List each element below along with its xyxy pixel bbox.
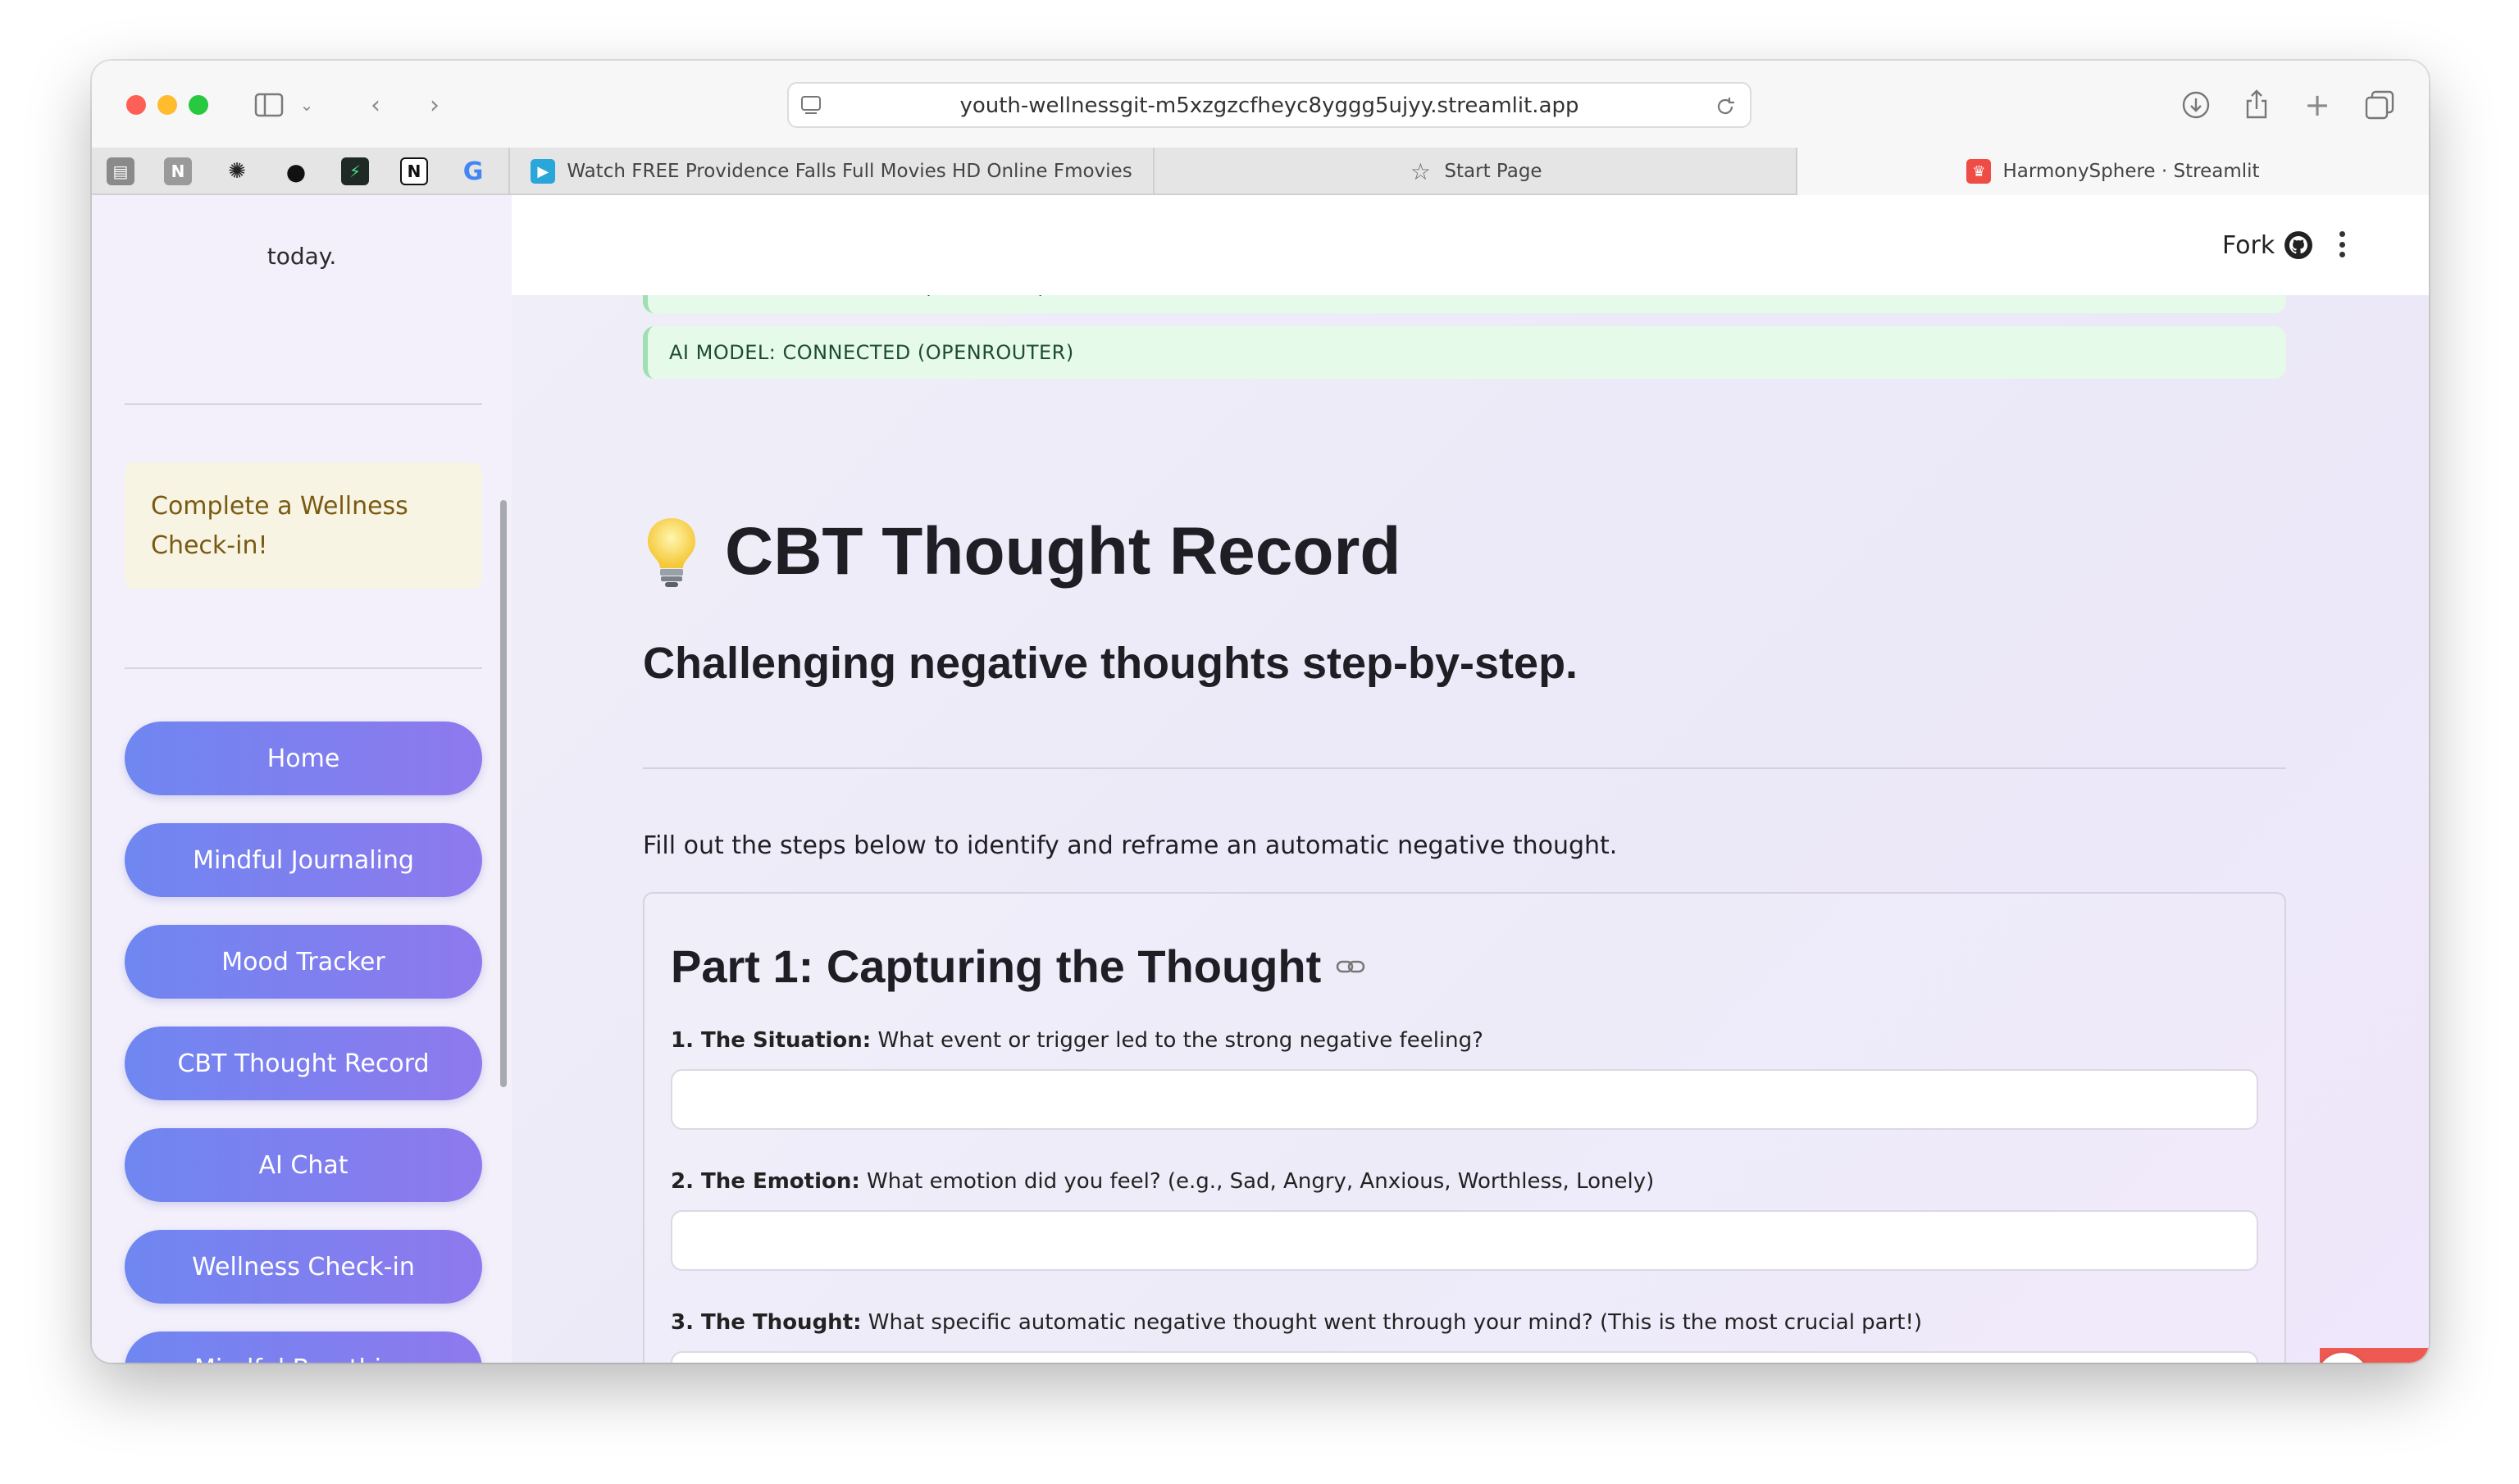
page-title: CBT Thought Record: [725, 514, 1401, 589]
tab-harmonysphere[interactable]: ♛ HarmonySphere · Streamlit: [1796, 148, 2429, 195]
bookmark-favicon-icon[interactable]: ▤: [107, 157, 134, 185]
openai-favicon-icon[interactable]: ✺: [223, 157, 251, 185]
nav-home-button[interactable]: Home: [125, 722, 482, 795]
nav-wellness-checkin-button[interactable]: Wellness Check-in: [125, 1230, 482, 1304]
notion-favicon-icon[interactable]: N: [164, 157, 192, 185]
situation-input[interactable]: [671, 1069, 2258, 1130]
part1-form-card: Part 1: Capturing the Thought 1. The Sit…: [643, 892, 2286, 1363]
browser-window: ⌄ ‹ › youth-wellnessgit-m5xzgzcfheyc8ygg…: [92, 61, 2429, 1363]
tab-label: HarmonySphere · Streamlit: [2002, 161, 2260, 182]
zoom-window-button[interactable]: [189, 95, 208, 115]
notion-dark-favicon-icon[interactable]: N: [400, 157, 428, 185]
github-icon[interactable]: [2283, 230, 2314, 261]
browser-toolbar: ⌄ ‹ › youth-wellnessgit-m5xzgzcfheyc8ygg…: [92, 61, 2429, 148]
star-icon: ☆: [1410, 157, 1431, 185]
sidebar: today. Complete a Wellness Check-in! Hom…: [92, 195, 512, 1363]
tab-start-page[interactable]: ☆ Start Page: [1153, 148, 1796, 195]
bolt-favicon-icon[interactable]: ⚡: [341, 157, 369, 185]
tab-label: Start Page: [1444, 161, 1542, 182]
github-favicon-icon[interactable]: ●: [282, 157, 310, 185]
thought-label-bold: 3. The Thought:: [671, 1310, 862, 1335]
emotion-input[interactable]: [671, 1210, 2258, 1271]
app-header: Fork: [512, 195, 2429, 295]
nav-cbt-thought-record-button[interactable]: CBT Thought Record: [125, 1027, 482, 1100]
emotion-label: 2. The Emotion: What emotion did you fee…: [671, 1169, 1654, 1194]
fmovies-favicon-icon: ▶: [531, 159, 556, 184]
tab-label: Watch FREE Providence Falls Full Movies …: [567, 161, 1132, 182]
forward-arrow-icon[interactable]: ›: [418, 90, 451, 120]
sidebar-scrollbar[interactable]: [500, 500, 507, 1087]
tab-fmovies[interactable]: ▶ Watch FREE Providence Falls Full Movie…: [508, 148, 1153, 195]
checkin-reminder: Complete a Wellness Check-in!: [125, 462, 482, 589]
thought-label-text: What specific automatic negative thought…: [861, 1310, 1923, 1335]
part1-title: Part 1: Capturing the Thought: [671, 940, 1322, 992]
thought-input[interactable]: [671, 1351, 2258, 1363]
tab-overview-icon[interactable]: [2363, 90, 2396, 120]
thought-label: 3. The Thought: What specific automatic …: [671, 1310, 1922, 1335]
content-divider: [643, 767, 2286, 769]
close-window-button[interactable]: [126, 95, 146, 115]
intro-text: Fill out the steps below to identify and…: [643, 831, 1618, 860]
nav-ai-chat-button[interactable]: AI Chat: [125, 1128, 482, 1202]
part1-heading: Part 1: Capturing the Thought: [671, 940, 1365, 993]
sidebar-text: today.: [266, 243, 337, 270]
page-title-row: CBT Thought Record: [643, 507, 1401, 597]
main-menu-icon[interactable]: [2334, 228, 2350, 261]
minimize-window-button[interactable]: [157, 95, 177, 115]
new-tab-icon[interactable]: +: [2301, 87, 2334, 123]
url-text: youth-wellnessgit-m5xzgzcfheyc8yggg5ujyy…: [959, 93, 1579, 118]
tab-bar: ▤ N ✺ ● ⚡ N G ▶ Watch FREE Providence Fa…: [92, 148, 2429, 195]
sidebar-divider: [125, 667, 482, 669]
download-icon[interactable]: [2180, 90, 2212, 120]
address-bar[interactable]: youth-wellnessgit-m5xzgzcfheyc8yggg5ujyy…: [787, 82, 1751, 128]
fork-button[interactable]: Fork: [2222, 231, 2275, 260]
nav-mindful-journaling-button[interactable]: Mindful Journaling: [125, 823, 482, 897]
reload-icon[interactable]: [1714, 95, 1737, 118]
situation-label: 1. The Situation: What event or trigger …: [671, 1028, 1483, 1053]
sidebar-divider: [125, 403, 482, 405]
streamlit-app: today. Complete a Wellness Check-in! Hom…: [92, 195, 2429, 1363]
situation-label-text: What event or trigger led to the strong …: [871, 1028, 1483, 1053]
main-content: DATABASE: CONNECTED (SUPABASE) AI MODEL:…: [512, 195, 2429, 1363]
back-arrow-icon[interactable]: ‹: [359, 90, 392, 120]
ai-model-status-banner: AI MODEL: CONNECTED (OPENROUTER): [643, 326, 2286, 379]
nav-mindful-breathing-button[interactable]: Mindful Breathing: [125, 1332, 482, 1363]
nav-mood-tracker-button[interactable]: Mood Tracker: [125, 925, 482, 999]
sidebar-toggle-icon[interactable]: [253, 90, 285, 120]
streamlit-favicon-icon: ♛: [1966, 159, 1992, 184]
situation-label-bold: 1. The Situation:: [671, 1028, 872, 1053]
emotion-label-bold: 2. The Emotion:: [671, 1169, 860, 1194]
share-icon[interactable]: [2240, 89, 2273, 120]
emotion-label-text: What emotion did you feel? (e.g., Sad, A…: [859, 1169, 1655, 1194]
chevron-down-icon[interactable]: ⌄: [290, 90, 323, 120]
lightbulb-icon: [648, 518, 695, 587]
google-favicon-icon[interactable]: G: [459, 157, 487, 186]
page-subtitle: Challenging negative thoughts step-by-st…: [643, 639, 1578, 688]
anchor-link-icon[interactable]: [1336, 958, 1365, 975]
